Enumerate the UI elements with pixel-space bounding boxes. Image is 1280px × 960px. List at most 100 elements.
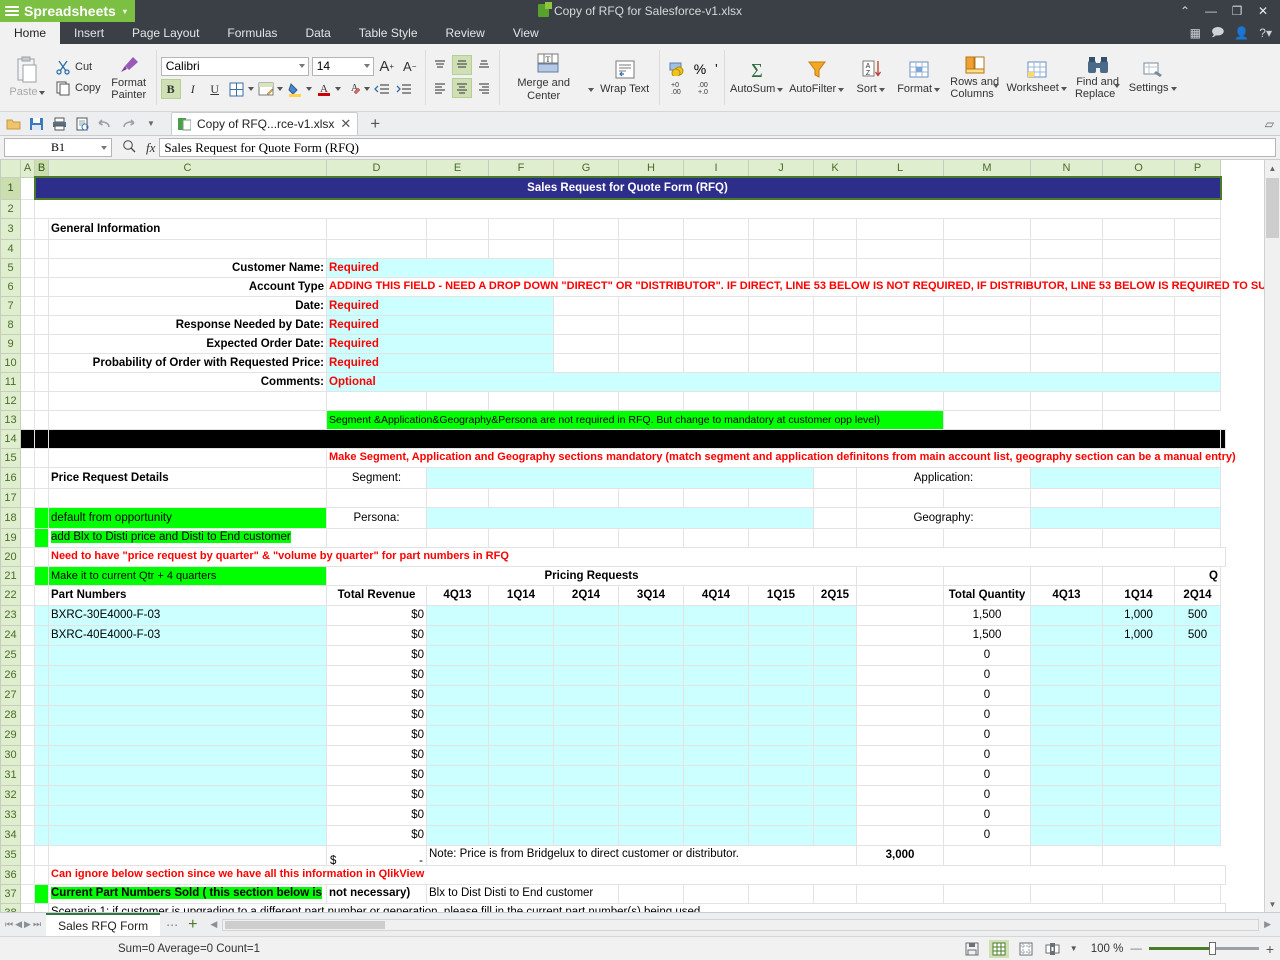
collapse-ribbon-icon[interactable]: ⌃ <box>1172 0 1198 22</box>
cell-H27[interactable] <box>618 684 684 706</box>
cell-N5[interactable] <box>1030 257 1103 278</box>
cell-P30[interactable] <box>1174 744 1221 766</box>
cell-J7[interactable] <box>748 295 814 316</box>
cell-I30[interactable] <box>683 744 749 766</box>
cell-H29[interactable] <box>618 724 684 746</box>
cell-J33[interactable] <box>748 804 814 826</box>
vertical-scroll-thumb[interactable] <box>1266 178 1279 238</box>
cell-F34[interactable] <box>488 824 554 846</box>
cell-C6-label[interactable]: Account Type <box>48 276 327 297</box>
zoom-search-icon[interactable] <box>116 139 142 156</box>
cell-I4[interactable] <box>683 238 749 259</box>
cell-N33[interactable] <box>1030 804 1103 826</box>
cell-G25[interactable] <box>553 644 619 666</box>
cell-D30-revenue[interactable]: $0 <box>326 744 427 766</box>
column-header-F[interactable]: F <box>488 160 554 178</box>
worksheet-button[interactable]: Worksheet <box>1006 46 1067 109</box>
row-header-5[interactable]: 5 <box>0 257 21 278</box>
tab-data[interactable]: Data <box>291 22 344 44</box>
cell-A14[interactable] <box>20 428 35 449</box>
cell-I27[interactable] <box>683 684 749 706</box>
cell-B37[interactable] <box>34 883 49 904</box>
cell-O10[interactable] <box>1102 352 1175 373</box>
align-left-button[interactable] <box>430 78 450 98</box>
row-header-3[interactable]: 3 <box>0 217 21 240</box>
print-icon[interactable] <box>50 115 68 133</box>
find-and-replace-button[interactable]: Find and Replace <box>1067 46 1129 109</box>
cell-N28[interactable] <box>1030 704 1103 726</box>
cell-F27[interactable] <box>488 684 554 706</box>
sheet-tab-sales-rfq-form[interactable]: Sales RFQ Form <box>46 913 161 936</box>
row-header-24[interactable]: 24 <box>0 624 21 646</box>
borders-button[interactable] <box>227 79 247 99</box>
cell-G8[interactable] <box>553 314 619 335</box>
cell-D23-revenue[interactable]: $0 <box>326 604 427 626</box>
cell-O3[interactable] <box>1102 217 1175 240</box>
cell-O37[interactable] <box>1102 883 1175 904</box>
cell-L19[interactable] <box>856 527 944 548</box>
cell-A4[interactable] <box>20 238 35 259</box>
cell-C18-note[interactable]: default from opportunity <box>48 506 327 529</box>
column-header-P[interactable]: P <box>1174 160 1221 178</box>
cell-C19-note-wrap[interactable]: add Blx to Disti price and Disti to End … <box>48 527 327 548</box>
cell-N26[interactable] <box>1030 664 1103 686</box>
cell-P13[interactable] <box>1102 409 1175 430</box>
cell-D12[interactable] <box>326 390 427 411</box>
view-dropdown-icon[interactable]: ▼ <box>1070 944 1078 953</box>
cell-D21-pricing-requests-header[interactable]: Pricing Requests <box>326 565 857 586</box>
cell-C33-part[interactable] <box>48 804 327 826</box>
increase-decimal-button[interactable]: +0 .00 <box>669 81 689 95</box>
cell-O21[interactable] <box>1102 565 1175 586</box>
cell-L4[interactable] <box>856 238 944 259</box>
row-header-33[interactable]: 33 <box>0 804 21 826</box>
horizontal-scroll-thumb[interactable] <box>225 920 386 929</box>
column-header-O[interactable]: O <box>1102 160 1175 178</box>
first-sheet-button[interactable]: ⏮ <box>5 919 13 930</box>
cell-P35[interactable] <box>1102 844 1175 866</box>
cell-O4[interactable] <box>1102 238 1175 259</box>
cell-B16[interactable] <box>34 466 49 489</box>
cell-J5[interactable] <box>748 257 814 278</box>
cell-D37-tail-wrap[interactable]: not necessary) <box>326 883 427 904</box>
cell-P7[interactable] <box>1174 295 1221 316</box>
cell-P21-quantity-requests-header[interactable]: Q <box>1174 565 1221 586</box>
cell-F31[interactable] <box>488 764 554 786</box>
cell-C3-general-information[interactable]: General Information <box>48 217 327 240</box>
cell-N7[interactable] <box>1030 295 1103 316</box>
comment-icon[interactable]: 🗩 <box>1211 23 1224 44</box>
cell-E35-note-wrap[interactable]: Note: Price is from Bridgelux to direct … <box>426 844 857 866</box>
cell-K4[interactable] <box>813 238 857 259</box>
cell-J23[interactable] <box>748 604 814 626</box>
cell-M27-total-qty[interactable]: 0 <box>943 684 1031 706</box>
cell-D18-persona-label[interactable]: Persona: <box>326 506 427 529</box>
cell-H24[interactable] <box>618 624 684 646</box>
cell-I22-q5[interactable]: 4Q14 <box>683 584 749 606</box>
cell-M8[interactable] <box>943 314 1031 335</box>
cell-D34-revenue[interactable]: $0 <box>326 824 427 846</box>
cell-N25[interactable] <box>1030 644 1103 666</box>
cell-L9[interactable] <box>856 333 944 354</box>
cell-D3[interactable] <box>326 217 427 240</box>
cell-M24-total-qty[interactable]: 1,500 <box>943 624 1031 646</box>
cell-L23[interactable] <box>856 604 944 626</box>
cell-K22-q7[interactable]: 2Q15 <box>813 584 857 606</box>
undo-icon[interactable] <box>96 115 114 133</box>
scroll-down-icon[interactable]: ▼ <box>1265 896 1280 912</box>
cell-K33[interactable] <box>813 804 857 826</box>
cell-B8[interactable] <box>34 314 49 335</box>
cell-P34[interactable] <box>1174 824 1221 846</box>
cell-P12[interactable] <box>1174 390 1221 411</box>
cell-I3[interactable] <box>683 217 749 240</box>
cell-B30[interactable] <box>34 744 49 766</box>
cell-H19[interactable] <box>618 527 684 548</box>
cell-L16-application-label[interactable]: Application: <box>856 466 1031 489</box>
add-sheet-button[interactable]: + <box>184 913 201 936</box>
cell-K10[interactable] <box>813 352 857 373</box>
column-header-I[interactable]: I <box>683 160 749 178</box>
cell-M23-total-qty[interactable]: 1,500 <box>943 604 1031 626</box>
cell-O35[interactable] <box>1030 844 1103 866</box>
column-header-C[interactable]: C <box>48 160 327 178</box>
cell-D24-revenue[interactable]: $0 <box>326 624 427 646</box>
cell-K37[interactable] <box>813 883 857 904</box>
cell-J12[interactable] <box>748 390 814 411</box>
